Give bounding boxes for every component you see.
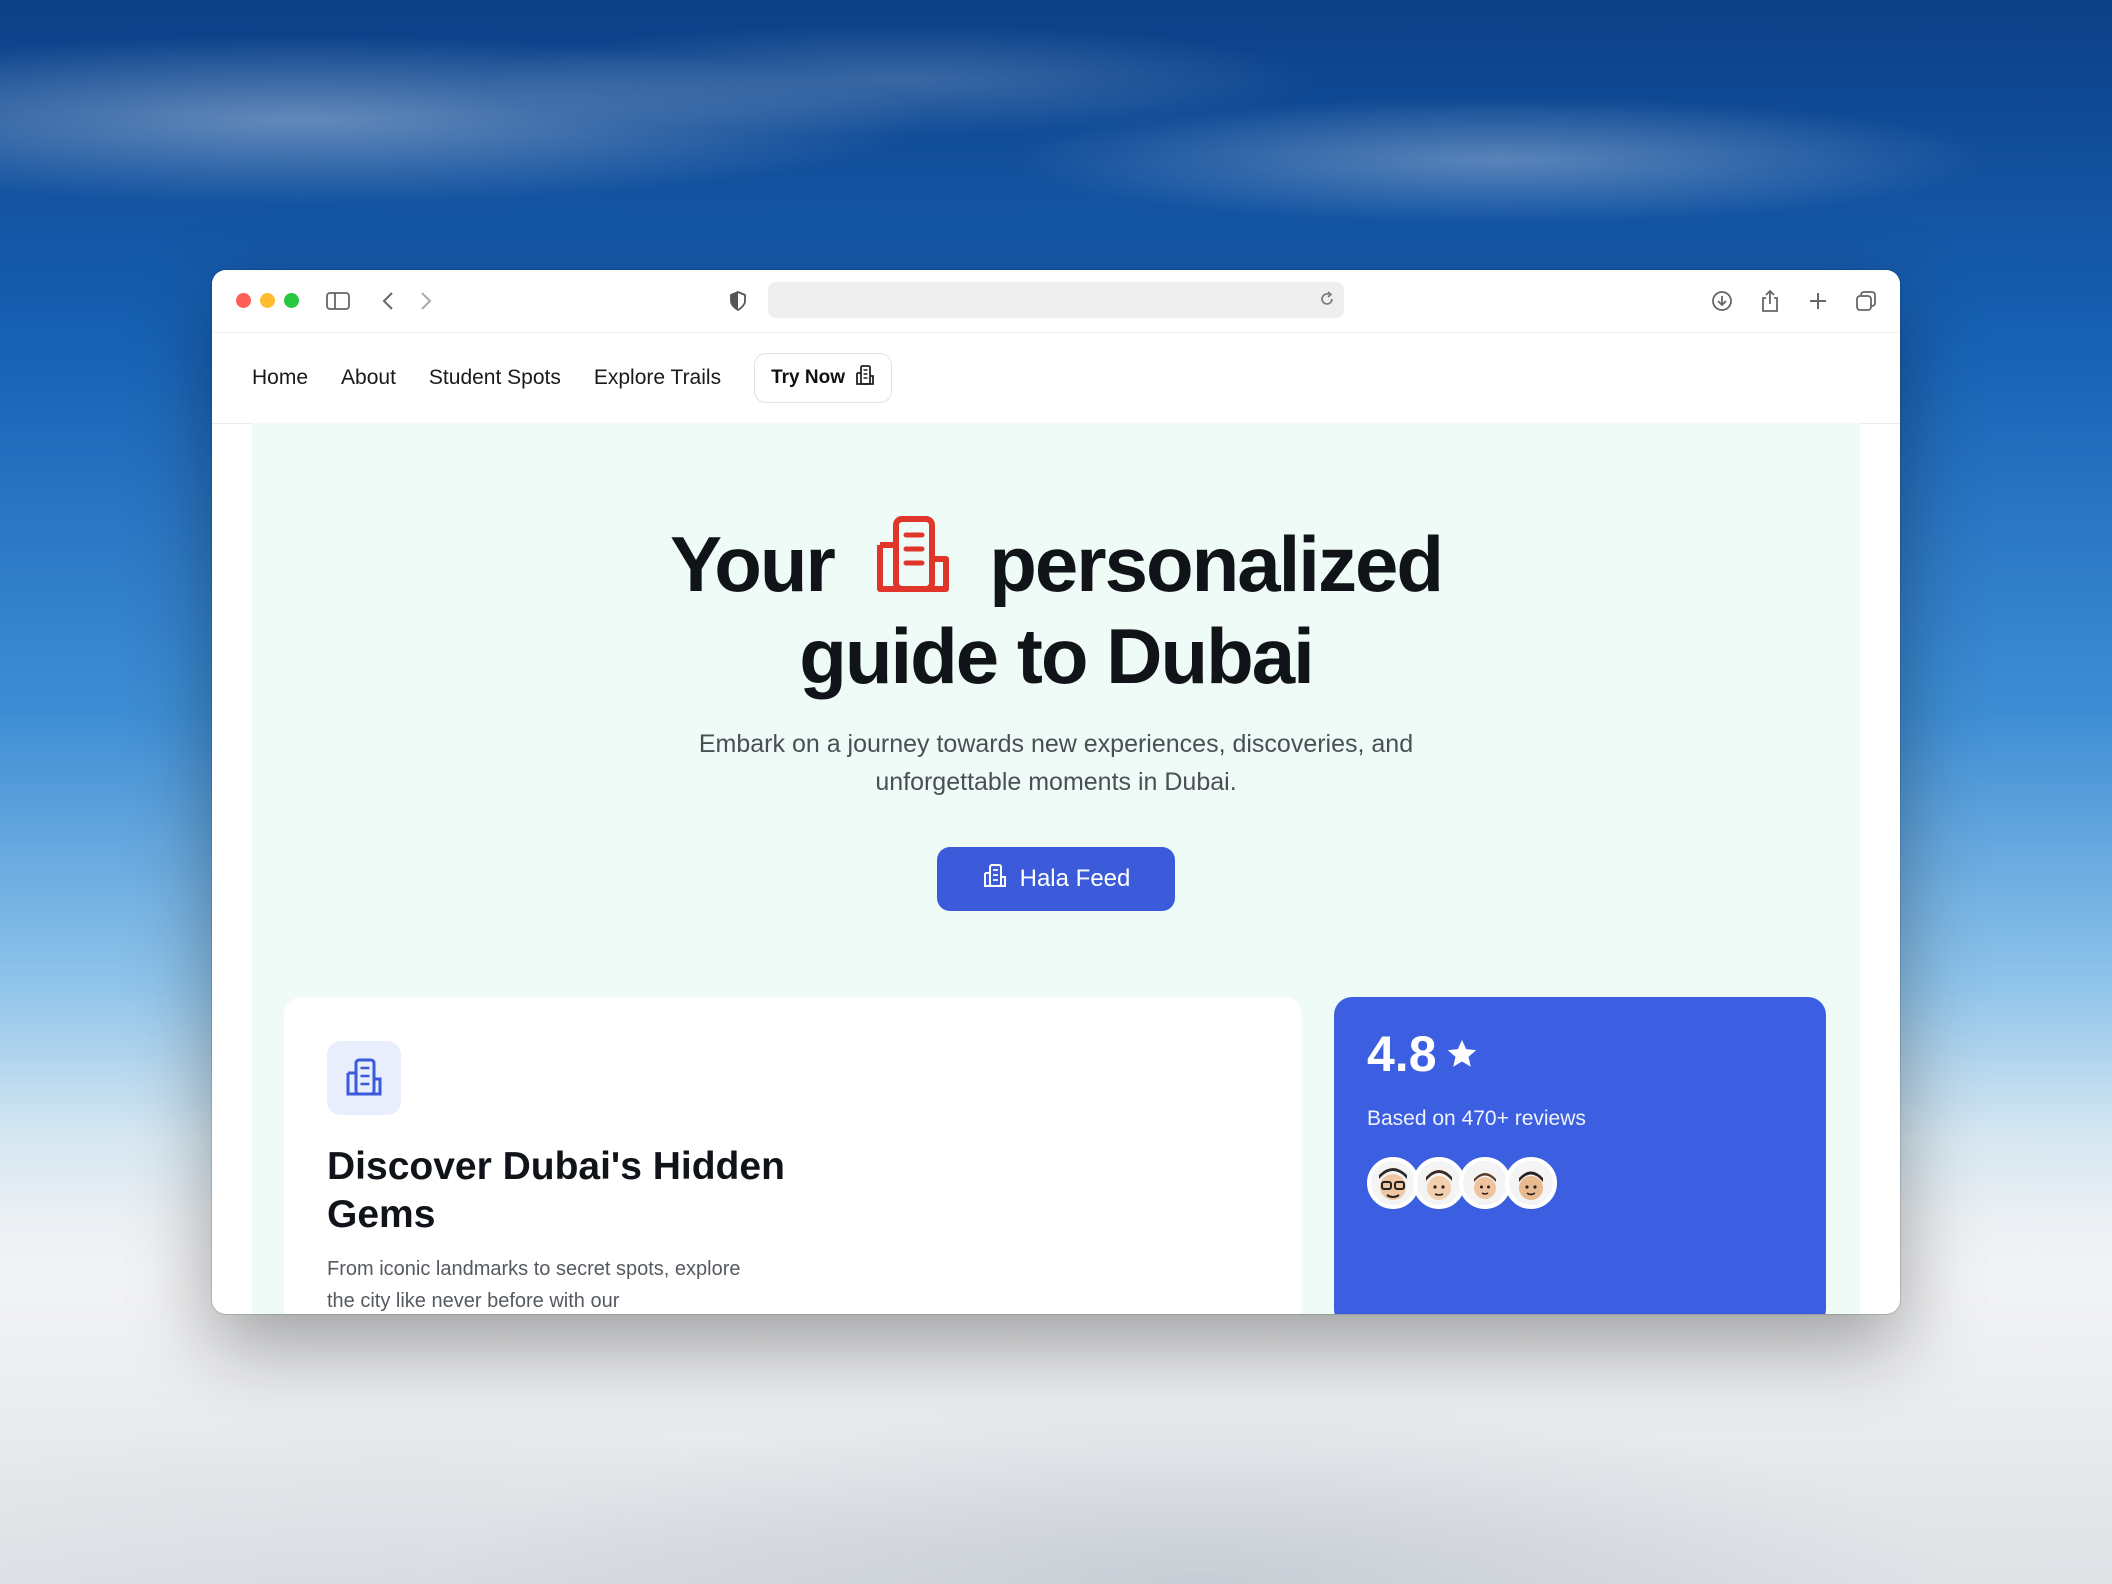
building-icon <box>327 1041 401 1115</box>
nav-link-student-spots[interactable]: Student Spots <box>429 366 561 390</box>
hero-title-line2: guide to Dubai <box>799 612 1315 700</box>
download-icon[interactable] <box>1708 287 1736 315</box>
reviews-count: Based on 470+ reviews <box>1367 1107 1586 1130</box>
address-bar[interactable] <box>768 282 1344 318</box>
hala-feed-button[interactable]: Hala Feed <box>937 847 1175 911</box>
browser-window: Home About Student Spots Explore Trails … <box>212 270 1900 1314</box>
nav-link-home[interactable]: Home <box>252 366 308 390</box>
star-icon <box>1445 1025 1479 1083</box>
back-icon[interactable] <box>374 287 402 315</box>
nav-link-about[interactable]: About <box>341 366 396 390</box>
avatar <box>1367 1157 1419 1209</box>
forward-icon[interactable] <box>412 287 440 315</box>
hero-section: Your personalized guide to Dubai Embark … <box>252 423 1860 1314</box>
building-icon <box>855 364 875 392</box>
building-icon <box>872 515 952 595</box>
avatar <box>1413 1157 1465 1209</box>
avatar <box>1505 1157 1557 1209</box>
try-now-button[interactable]: Try Now <box>754 353 892 403</box>
privacy-shield-icon[interactable] <box>724 287 752 315</box>
close-window-button[interactable] <box>236 293 251 308</box>
rating-card: 4.8 Based on 470+ reviews <box>1334 997 1826 1314</box>
hero-title-your: Your <box>669 520 836 608</box>
avatar <box>1459 1157 1511 1209</box>
tab-overview-icon[interactable] <box>1852 287 1880 315</box>
rating-number: 4.8 <box>1367 1026 1437 1082</box>
building-icon <box>982 863 1008 896</box>
browser-toolbar <box>212 270 1900 333</box>
hero-subtitle: Embark on a journey towards new experien… <box>698 730 1414 796</box>
hero-title-personalized: personalized <box>989 520 1444 608</box>
hero-title: Your personalized guide to Dubai <box>252 515 1860 702</box>
new-tab-icon[interactable] <box>1804 287 1832 315</box>
maximize-window-button[interactable] <box>284 293 299 308</box>
feature-card-title: Discover Dubai's Hidden Gems <box>327 1145 785 1236</box>
sidebar-toggle-icon[interactable] <box>324 287 352 315</box>
share-icon[interactable] <box>1756 287 1784 315</box>
nav-link-explore-trails[interactable]: Explore Trails <box>594 366 721 390</box>
rating-value: 4.8 <box>1367 1025 1479 1083</box>
site-navigation: Home About Student Spots Explore Trails … <box>212 333 1900 424</box>
feature-card-text: From iconic landmarks to secret spots, e… <box>327 1258 741 1312</box>
try-now-label: Try Now <box>771 367 845 388</box>
feature-card: Discover Dubai's Hidden Gems From iconic… <box>284 997 1302 1314</box>
reload-icon[interactable] <box>1318 290 1336 313</box>
minimize-window-button[interactable] <box>260 293 275 308</box>
hala-feed-label: Hala Feed <box>1019 865 1131 892</box>
reviewer-avatars <box>1367 1157 1557 1209</box>
